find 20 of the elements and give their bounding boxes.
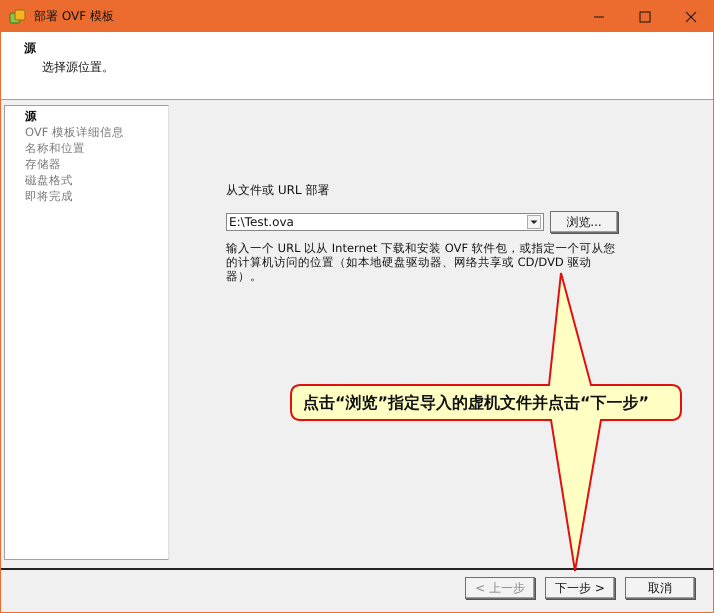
step-item: 存储器 [25,156,62,172]
app-icon [9,8,27,26]
step-item: OVF 模板详细信息 [25,124,125,140]
maximize-icon[interactable] [639,10,651,22]
page-title: 源 [24,40,37,57]
callout-text: 点击“浏览”指定导入的虚机文件并点击“下一步” [303,393,650,414]
wizard-button[interactable]: 取消 [625,577,695,599]
dropdown-icon[interactable] [527,215,541,229]
page-subtitle: 选择源位置。 [42,59,115,76]
browse-button[interactable]: 浏览... [550,211,618,233]
source-combo[interactable]: E:\Test.ova [226,213,544,231]
source-label: 从文件或 URL 部署 [226,182,330,199]
step-item: 源 [25,108,38,124]
close-icon[interactable] [685,10,697,22]
step-item: 名称和位置 [25,140,86,156]
help-text: 输入一个 URL 以从 Internet 下载和安装 OVF 软件包，或指定一个可从您的计算机访问的位置（如本地硬盘驱动器、网络共享或 CD/DVD 驱动器）。 [226,241,617,283]
step-item: 磁盘格式 [25,172,74,188]
window-title: 部署 OVF 模板 [34,8,115,25]
wizard-button[interactable]: 下一步 > [545,577,615,599]
step-item: 即将完成 [25,188,74,204]
